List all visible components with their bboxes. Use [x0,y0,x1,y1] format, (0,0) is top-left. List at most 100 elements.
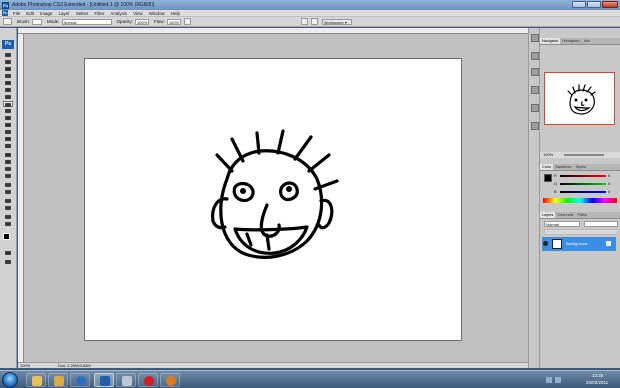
healing-brush-tool-icon[interactable] [3,94,13,100]
taskbar-app-icon[interactable] [116,373,136,387]
tab-info[interactable]: Info [582,38,592,44]
lasso-tool-icon[interactable] [3,66,13,72]
collapsed-panel-dock [528,28,540,368]
quick-mask-icon[interactable] [3,250,13,256]
menu-analysis[interactable]: Analysis [107,11,130,16]
navigator-thumbnail[interactable] [544,72,615,125]
brushes-panel-icon[interactable] [531,52,539,60]
blue-value[interactable]: 0 [608,190,610,194]
mode-select[interactable]: Normal [61,18,112,25]
menu-filter[interactable]: Filter [91,11,107,16]
workspace-menu[interactable]: Workspace ▾ [321,18,352,25]
3d-rotate-tool-icon[interactable] [3,182,13,188]
dodge-tool-icon[interactable] [3,143,13,149]
crop-tool-icon[interactable] [3,80,13,86]
green-track[interactable] [560,183,606,185]
opacity-input[interactable]: 100% [135,18,150,25]
notes-tool-icon[interactable] [3,198,13,204]
tab-channels[interactable]: Channels [555,212,575,218]
eye-icon[interactable] [543,241,548,246]
blur-tool-icon[interactable] [3,136,13,142]
layer-opacity-field[interactable] [584,221,618,227]
tab-styles[interactable]: Styles [574,164,588,170]
move-tool-icon[interactable] [3,52,13,58]
tab-histogram[interactable]: Histogram [560,38,581,44]
hand-tool-icon[interactable] [3,214,13,220]
menu-layer[interactable]: Layer [56,11,73,16]
minimize-button[interactable] [572,1,586,8]
taskbar-opera-icon[interactable] [138,373,158,387]
navigator-zoom-value[interactable]: 100% [543,152,553,158]
zoom-tool-icon[interactable] [3,221,13,227]
eraser-tool-icon[interactable] [3,122,13,128]
gradient-tool-icon[interactable] [3,129,13,135]
clone-source-panel-icon[interactable] [531,68,539,76]
maximize-button[interactable] [587,1,601,8]
tray-volume-icon[interactable] [555,377,561,383]
airbrush-icon[interactable] [183,18,191,25]
document-canvas[interactable] [84,58,462,341]
foreground-color-swatch[interactable] [3,233,10,240]
clock-date[interactable]: 26/02/2011 [586,380,608,385]
tab-color[interactable]: Color [540,164,554,170]
doc-size-readout: Doc: 2.29M/3.84M [58,363,91,368]
tab-navigator[interactable]: Navigator [540,38,561,44]
color-spectrum-bar[interactable] [543,198,617,203]
taskbar-firefox-icon[interactable] [160,373,180,387]
menu-edit[interactable]: Edit [23,11,37,16]
tab-swatches[interactable]: Swatches [553,164,573,170]
start-button[interactable] [2,372,18,388]
menu-file[interactable]: File [10,11,23,16]
tab-layers[interactable]: Layers [540,212,556,218]
screen-mode-icon[interactable] [3,259,13,265]
taskbar-explorer-icon[interactable] [26,373,46,387]
magic-wand-tool-icon[interactable] [3,73,13,79]
menu-window[interactable]: Window [146,11,168,16]
flow-input[interactable]: 100% [166,18,181,25]
layer-row-background[interactable]: Background [542,237,616,251]
zoom-level-readout[interactable]: 100% [20,363,30,368]
clone-stamp-tool-icon[interactable] [3,108,13,114]
shape-tool-icon[interactable] [3,173,13,179]
menu-view[interactable]: View [130,11,146,16]
brush-picker[interactable] [32,18,43,25]
blue-slider[interactable]: B 0 [554,190,612,194]
color-foreground-swatch[interactable] [544,174,552,182]
menu-select[interactable]: Select [73,11,92,16]
brush-tool-icon[interactable] [3,101,13,107]
navigator-zoom-slider[interactable] [564,154,604,156]
tab-paths[interactable]: Paths [575,212,589,218]
tray-network-icon[interactable] [546,377,552,383]
eyedropper-tool-icon[interactable] [3,205,13,211]
marquee-tool-icon[interactable] [3,59,13,65]
3d-orbit-tool-icon[interactable] [3,189,13,195]
clock-time[interactable]: 13:25 [592,373,603,378]
history-brush-tool-icon[interactable] [3,115,13,121]
layer-blend-mode-select[interactable]: Normal [544,221,580,227]
menu-image[interactable]: Image [37,11,56,16]
red-slider[interactable]: R 0 [554,174,612,178]
character-panel-icon[interactable] [531,86,539,94]
paragraph-panel-icon[interactable] [531,104,539,112]
path-selection-tool-icon[interactable] [3,166,13,172]
bridge-icon[interactable] [310,18,318,25]
tool-presets-panel-icon[interactable] [531,122,539,130]
taskbar-folder-icon[interactable] [48,373,68,387]
taskbar-media-player-icon[interactable] [70,373,90,387]
history-panel-icon[interactable] [531,34,539,42]
layer-name[interactable]: Background [566,241,587,246]
red-value[interactable]: 0 [608,174,610,178]
green-value[interactable]: 0 [608,182,610,186]
red-track[interactable] [560,175,606,177]
close-button[interactable] [602,1,618,8]
menu-help[interactable]: Help [168,11,183,16]
type-tool-icon[interactable] [3,159,13,165]
tool-preset-icon[interactable] [300,18,308,25]
pen-tool-icon[interactable] [3,152,13,158]
taskbar-photoshop-icon[interactable] [94,373,114,387]
brush-tool-preset-icon[interactable] [3,18,12,25]
system-tray: 13:25 26/02/2011 [540,371,620,388]
blue-track[interactable] [560,191,606,193]
green-slider[interactable]: G 0 [554,182,612,186]
slice-tool-icon[interactable] [3,87,13,93]
